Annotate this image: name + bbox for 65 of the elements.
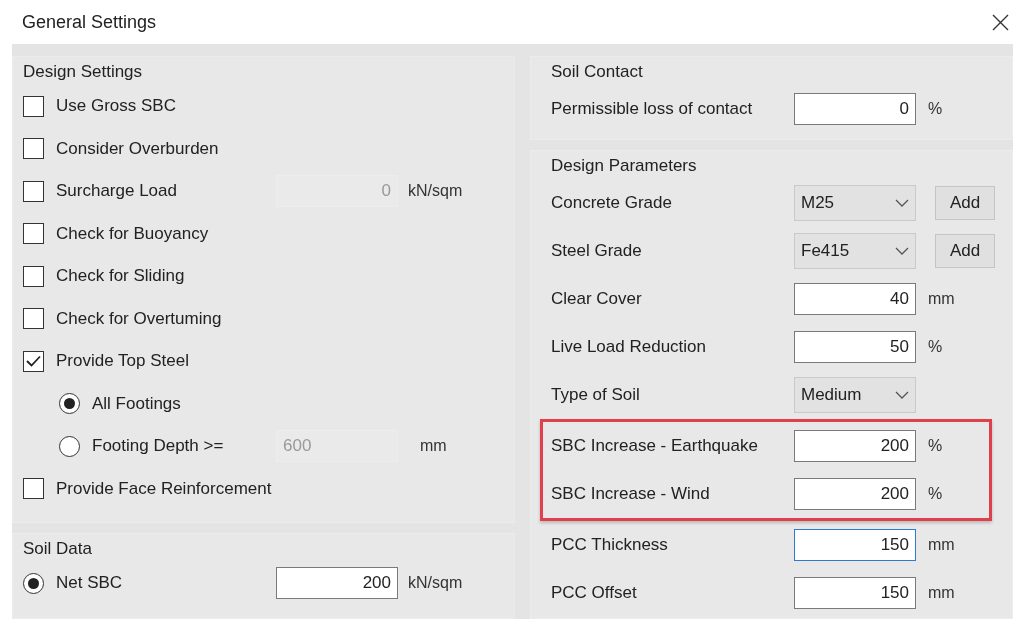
field-label: SBC Increase - Earthquake — [551, 436, 759, 456]
checkbox[interactable] — [23, 350, 44, 372]
unit-label: % — [927, 100, 944, 118]
window-title: General Settings — [22, 11, 157, 33]
option-label: Use Gross SBC — [56, 96, 176, 117]
close-icon — [992, 13, 1009, 31]
input-field[interactable]: 150 — [794, 577, 916, 609]
group-title: Design Settings — [23, 61, 144, 83]
unit-label: kN/sqm — [407, 182, 464, 201]
input-field[interactable]: 200 — [276, 567, 398, 600]
input-field[interactable]: 150 — [794, 529, 916, 561]
checkbox[interactable] — [23, 180, 44, 202]
option-label: Footing Depth >= — [92, 436, 224, 457]
chevron-down-icon — [895, 199, 909, 207]
add-button[interactable]: Add — [935, 234, 995, 268]
field-label: SBC Increase - Wind — [551, 484, 711, 504]
input-field[interactable]: 0 — [794, 93, 916, 125]
unit-label: % — [927, 485, 944, 503]
field-label: Steel Grade — [551, 241, 643, 261]
add-button[interactable]: Add — [935, 186, 995, 220]
checkbox[interactable] — [23, 223, 44, 245]
unit-label: % — [927, 437, 944, 455]
checkbox[interactable] — [23, 138, 44, 160]
dropdown[interactable]: Medium — [794, 377, 916, 413]
chevron-down-icon — [895, 247, 909, 255]
input-field[interactable]: 200 — [794, 430, 916, 462]
option-label: Check for Buoyancy — [56, 223, 209, 244]
field-label: Permissible loss of contact — [551, 99, 754, 119]
field-label: Concrete Grade — [551, 193, 673, 213]
option-label: Surcharge Load — [56, 181, 177, 202]
input-field[interactable]: 50 — [794, 331, 916, 363]
chevron-down-icon — [895, 391, 909, 399]
checkmark-icon — [26, 355, 41, 368]
field-label: Live Load Reduction — [551, 337, 707, 357]
option-label: Provide Top Steel — [56, 351, 189, 372]
checkbox[interactable] — [23, 478, 44, 500]
radio-button[interactable] — [59, 435, 80, 457]
checkbox[interactable] — [23, 265, 44, 287]
option-label: Net SBC — [56, 573, 123, 594]
unit-label: mm — [927, 536, 956, 554]
option-label: Provide Face Reinforcement — [56, 478, 272, 499]
option-label: Consider Overburden — [56, 138, 219, 159]
radio-button[interactable] — [23, 572, 44, 594]
option-label: Check for Overtuming — [56, 308, 222, 329]
unit-label: mm — [927, 584, 956, 602]
option-label: All Footings — [92, 393, 181, 414]
field-label: Type of Soil — [551, 385, 641, 405]
input-field[interactable]: 40 — [794, 283, 916, 315]
unit-label: kN/sqm — [407, 574, 464, 593]
field-label: PCC Offset — [551, 583, 638, 603]
input-field[interactable]: 200 — [794, 478, 916, 510]
unit-label: mm — [927, 290, 956, 308]
unit-label: mm — [419, 437, 448, 456]
checkbox[interactable] — [23, 308, 44, 330]
field-label: PCC Thickness — [551, 535, 669, 555]
dropdown[interactable]: Fe415 — [794, 233, 916, 269]
dropdown[interactable]: M25 — [794, 185, 916, 221]
radio-button[interactable] — [59, 393, 80, 415]
unit-label: % — [927, 338, 944, 356]
group-title: Soil Data — [23, 538, 93, 560]
group-title: Design Parameters — [551, 155, 698, 177]
group-title: Soil Contact — [551, 61, 644, 83]
option-label: Check for Sliding — [56, 266, 185, 287]
checkbox[interactable] — [23, 95, 44, 117]
field-label: Clear Cover — [551, 289, 643, 309]
